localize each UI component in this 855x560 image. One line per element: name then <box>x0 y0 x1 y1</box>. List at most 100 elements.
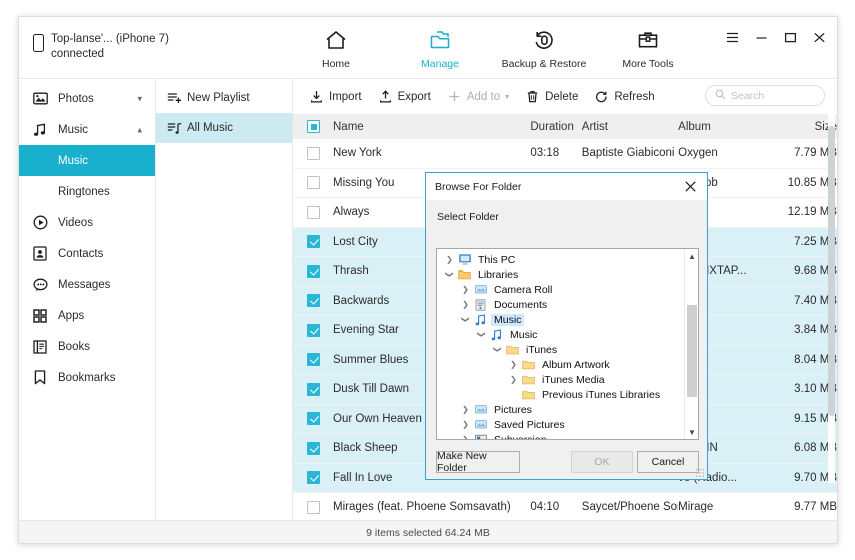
column-header-album[interactable]: Album <box>678 121 774 133</box>
sidebar-item-messages[interactable]: Messages <box>19 269 155 300</box>
column-header-duration[interactable]: Duration <box>530 121 581 133</box>
minimize-icon[interactable] <box>754 30 769 45</box>
chevron-right-icon[interactable]: ❯ <box>506 360 521 369</box>
sidebar-subitem-ringtones-label: Ringtones <box>58 185 110 198</box>
tab-backup-restore[interactable]: Backup & Restore <box>492 23 596 79</box>
tree-node[interactable]: ❯ Music <box>437 327 684 342</box>
cell-duration: 04:10 <box>530 501 560 514</box>
dialog-title: Browse For Folder <box>435 180 522 193</box>
sidebar-item-music[interactable]: Music ▴ <box>19 114 155 145</box>
row-checkbox[interactable] <box>307 353 320 367</box>
row-checkbox[interactable] <box>307 471 320 485</box>
tree-node[interactable]: ❯ Camera Roll <box>437 282 684 297</box>
dialog-close-icon[interactable] <box>673 173 707 200</box>
add-to-button[interactable]: Add to ▾ <box>439 87 517 106</box>
playlist-item-all-music[interactable]: All Music <box>156 113 292 143</box>
tree-node[interactable]: ❯ Documents <box>437 297 684 312</box>
apps-icon <box>31 308 49 324</box>
all-music-label: All Music <box>187 122 234 134</box>
column-header-name[interactable]: Name <box>333 121 530 133</box>
table-row[interactable]: Mirages (feat. Phoene Somsavath) 04:10 Say… <box>293 493 837 520</box>
tree-scroll-up-icon[interactable]: ▲ <box>685 249 698 263</box>
chevron-right-icon[interactable]: ❯ <box>458 285 473 294</box>
sidebar-item-bookmarks[interactable]: Bookmarks <box>19 362 155 393</box>
chevron-down-icon[interactable]: ▾ <box>137 93 142 104</box>
chevron-down-icon[interactable]: ❯ <box>477 327 486 342</box>
menu-icon[interactable] <box>725 30 740 45</box>
sidebar-subitem-ringtones[interactable]: Ringtones <box>19 176 155 207</box>
row-checkbox[interactable] <box>307 235 320 249</box>
column-header-artist[interactable]: Artist <box>582 121 678 133</box>
delete-button[interactable]: Delete <box>517 87 586 106</box>
tree-node[interactable]: ❯ Libraries <box>437 267 684 282</box>
sidebar-item-apps[interactable]: Apps <box>19 300 155 331</box>
import-button[interactable]: Import <box>301 87 370 106</box>
dialog-subtitle: Select Folder <box>437 211 499 223</box>
row-checkbox[interactable] <box>307 264 320 278</box>
cell-album: Mirage <box>678 501 714 514</box>
chevron-right-icon[interactable]: ❯ <box>458 405 473 414</box>
cell-name: New York <box>333 147 382 160</box>
tree-node-label: Previous iTunes Libraries <box>542 388 661 401</box>
tree-node[interactable]: ❯ iTunes Media <box>437 372 684 387</box>
row-checkbox[interactable] <box>307 382 320 396</box>
tab-manage[interactable]: Manage <box>388 23 492 81</box>
maximize-icon[interactable] <box>783 30 798 45</box>
chevron-up-icon[interactable]: ▴ <box>137 124 142 135</box>
export-button[interactable]: Export <box>370 87 439 106</box>
row-checkbox[interactable] <box>307 146 320 160</box>
row-checkbox[interactable] <box>307 205 320 219</box>
chevron-down-icon[interactable]: ❯ <box>493 342 502 357</box>
tree-node[interactable]: ❯ Pictures <box>437 402 684 417</box>
add-to-label: Add to <box>466 90 501 103</box>
tree-node[interactable]: ❯ Subversion <box>437 432 684 439</box>
make-new-folder-button[interactable]: Make New Folder <box>436 450 520 474</box>
select-all-checkbox[interactable] <box>307 120 320 133</box>
close-icon[interactable] <box>812 30 827 45</box>
tree-node[interactable]: ❯ This PC <box>437 252 684 267</box>
sidebar-item-books[interactable]: Books <box>19 331 155 362</box>
row-checkbox[interactable] <box>307 176 320 190</box>
chevron-right-icon[interactable]: ❯ <box>458 435 473 439</box>
new-playlist-button[interactable]: New Playlist <box>156 83 292 113</box>
browse-for-folder-dialog: Browse For Folder Select Folder ❯ This PC… <box>425 172 708 480</box>
tab-home[interactable]: Home <box>284 23 388 79</box>
row-checkbox[interactable] <box>307 294 320 308</box>
sidebar-item-contacts-label: Contacts <box>58 247 104 260</box>
tree-scroll-down-icon[interactable]: ▼ <box>685 425 698 439</box>
tree-scrollbar[interactable]: ▲ ▼ <box>684 249 698 439</box>
tree-node[interactable]: Previous iTunes Libraries <box>437 387 684 402</box>
table-scrollbar-thumb[interactable] <box>828 126 835 416</box>
sidebar-item-videos[interactable]: Videos <box>19 207 155 238</box>
sidebar-item-photos[interactable]: Photos ▾ <box>19 83 155 114</box>
dialog-resize-grip[interactable] <box>695 468 705 478</box>
table-scrollbar[interactable] <box>828 114 835 483</box>
subversion-library-icon <box>473 434 488 439</box>
cancel-button[interactable]: Cancel <box>637 451 699 473</box>
sidebar-subitem-music[interactable]: Music <box>19 145 155 176</box>
tree-node[interactable]: ❯ Music <box>437 312 684 327</box>
chevron-right-icon[interactable]: ❯ <box>442 255 457 264</box>
refresh-button[interactable]: Refresh <box>586 87 662 106</box>
chevron-down-icon[interactable]: ❯ <box>445 267 454 282</box>
row-checkbox[interactable] <box>307 441 320 455</box>
tab-more-tools[interactable]: More Tools <box>596 23 700 79</box>
tree-node[interactable]: ❯ iTunes <box>437 342 684 357</box>
tree-node[interactable]: ❯ Album Artwork <box>437 357 684 372</box>
row-checkbox[interactable] <box>307 500 320 514</box>
folder-icon <box>521 389 536 400</box>
row-checkbox[interactable] <box>307 323 320 337</box>
row-checkbox[interactable] <box>307 412 320 426</box>
chevron-right-icon[interactable]: ❯ <box>506 375 521 384</box>
chevron-right-icon[interactable]: ❯ <box>458 420 473 429</box>
home-icon <box>284 27 388 53</box>
search-placeholder: Search <box>731 89 765 102</box>
chevron-down-icon[interactable]: ❯ <box>461 312 470 327</box>
chevron-right-icon[interactable]: ❯ <box>458 300 473 309</box>
tree-node[interactable]: ❯ Saved Pictures <box>437 417 684 432</box>
ok-button[interactable]: OK <box>571 451 633 473</box>
tree-scrollbar-thumb[interactable] <box>687 305 697 397</box>
table-row[interactable]: New York 03:18 Baptiste Giabiconi Oxygen 7.7… <box>293 139 837 169</box>
search-input[interactable]: Search <box>705 85 825 106</box>
sidebar-item-contacts[interactable]: Contacts <box>19 238 155 269</box>
